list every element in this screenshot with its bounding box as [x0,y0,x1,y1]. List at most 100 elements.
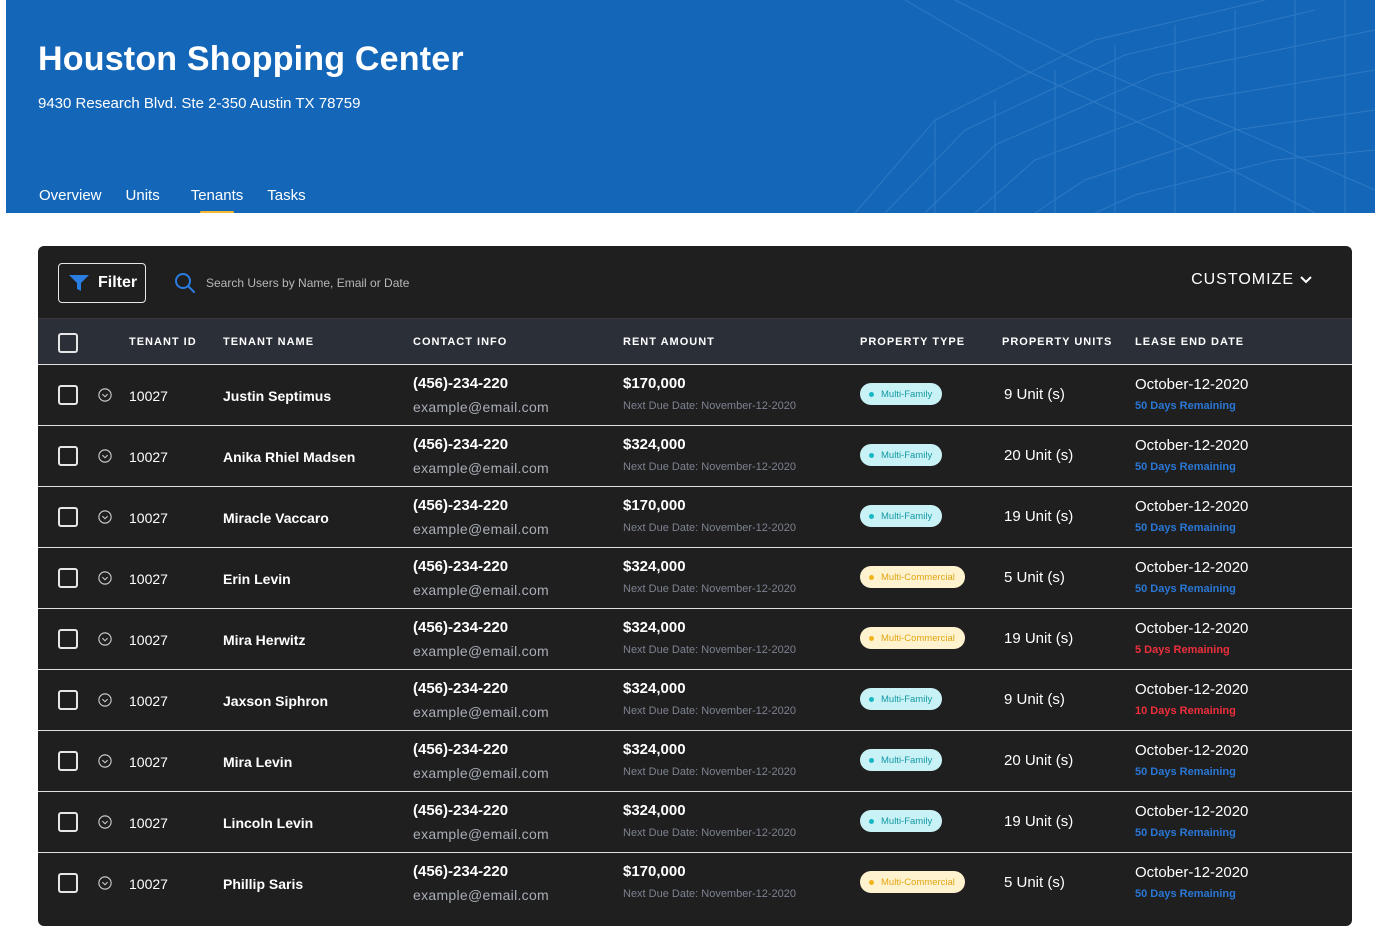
table-row[interactable]: 10027 Justin Septimus (456)-234-220 example… [38,364,1352,425]
row-checkbox[interactable] [58,446,78,466]
table-row[interactable]: 10027 Mira Levin (456)-234-220 example@emai… [38,730,1352,791]
tenant-name[interactable]: Anika Rhiel Madsen [223,449,355,465]
contact-email[interactable]: example@email.com [413,399,549,415]
days-remaining: 50 Days Remaining [1135,888,1236,900]
contact-email[interactable]: example@email.com [413,460,549,476]
contact-email[interactable]: example@email.com [413,582,549,598]
property-type-label: Multi-Commercial [881,571,955,583]
expand-chevron-icon[interactable] [98,876,112,890]
contact-email[interactable]: example@email.com [413,887,549,903]
row-checkbox[interactable] [58,751,78,771]
next-due-date: Next Due Date: November-12-2020 [623,461,797,473]
lease-end-date: October-12-2020 [1135,376,1249,393]
filter-button[interactable]: Filter [58,263,146,303]
badge-dot [869,757,874,763]
customize-button[interactable]: CUSTOMIZE [1191,271,1312,289]
contact-email[interactable]: example@email.com [413,521,549,537]
contact-email[interactable]: example@email.com [413,704,549,720]
tenant-name[interactable]: Lincoln Levin [223,815,313,831]
days-remaining: 50 Days Remaining [1135,400,1236,412]
tenants-panel: Filter CUSTOMIZE TENANT ID TENANT NAME C… [38,246,1352,926]
days-remaining: 50 Days Remaining [1135,522,1236,534]
tenant-name[interactable]: Phillip Saris [223,876,303,892]
header-property-units[interactable]: PROPERTY UNITS [1002,336,1112,348]
tenant-id: 10027 [129,876,168,892]
expand-chevron-icon[interactable] [98,388,112,402]
table-row[interactable]: 10027 Mira Herwitz (456)-234-220 example@em… [38,608,1352,669]
table-row[interactable]: 10027 Phillip Saris (456)-234-220 example@e… [38,852,1352,913]
row-checkbox[interactable] [58,507,78,527]
contact-email[interactable]: example@email.com [413,643,549,659]
contact-phone: (456)-234-220 [413,436,509,453]
table-row[interactable]: 10027 Lincoln Levin (456)-234-220 example@e… [38,791,1352,852]
expand-chevron-icon[interactable] [98,693,112,707]
table-row[interactable]: 10027 Erin Levin (456)-234-220 example@emai… [38,547,1352,608]
days-remaining: 50 Days Remaining [1135,766,1236,778]
row-checkbox[interactable] [58,690,78,710]
table-row[interactable]: 10027 Jaxson Siphron (456)-234-220 example@… [38,669,1352,730]
tenant-name[interactable]: Miracle Vaccaro [223,510,329,526]
contact-phone: (456)-234-220 [413,497,509,514]
property-header: Houston Shopping Center 9430 Research Bl… [6,0,1375,213]
tenant-id: 10027 [129,510,168,526]
row-checkbox[interactable] [58,629,78,649]
customize-label: CUSTOMIZE [1191,271,1294,288]
property-type-badge: Multi-Family [860,688,943,710]
tenant-id: 10027 [129,449,168,465]
badge-dot [869,513,874,519]
property-type-badge: Multi-Commercial [860,871,965,893]
tenant-name[interactable]: Justin Septimus [223,388,331,404]
contact-phone: (456)-234-220 [413,619,509,636]
contact-email[interactable]: example@email.com [413,765,549,781]
property-units: 20 Unit (s) [1004,752,1074,769]
tab-overview[interactable]: Overview [39,187,102,213]
rent-amount: $324,000 [623,741,686,758]
property-type-badge: Multi-Commercial [860,566,965,588]
row-checkbox[interactable] [58,385,78,405]
select-all-checkbox[interactable] [58,333,78,353]
expand-chevron-icon[interactable] [98,815,112,829]
expand-chevron-icon[interactable] [98,510,112,524]
tenant-name[interactable]: Mira Herwitz [223,632,305,648]
search-input[interactable] [206,276,506,290]
tenant-name[interactable]: Erin Levin [223,571,291,587]
tenant-id: 10027 [129,571,168,587]
expand-chevron-icon[interactable] [98,449,112,463]
property-units: 5 Unit (s) [1004,569,1065,586]
header-tenant-name[interactable]: TENANT NAME [223,336,314,348]
next-due-date: Next Due Date: November-12-2020 [623,766,797,778]
property-type-badge: Multi-Family [860,383,943,405]
rent-amount: $324,000 [623,802,686,819]
property-units: 9 Unit (s) [1004,386,1065,403]
table-row[interactable]: 10027 Miracle Vaccaro (456)-234-220 example… [38,486,1352,547]
lease-end-date: October-12-2020 [1135,620,1249,637]
expand-chevron-icon[interactable] [98,632,112,646]
tab-tasks[interactable]: Tasks [267,187,305,213]
tenant-name[interactable]: Mira Levin [223,754,292,770]
tenant-id: 10027 [129,693,168,709]
badge-dot [869,574,874,580]
row-checkbox[interactable] [58,873,78,893]
header-tenant-id[interactable]: TENANT ID [129,336,197,348]
row-checkbox[interactable] [58,568,78,588]
header-property-type[interactable]: PROPERTY TYPE [860,336,965,348]
expand-chevron-icon[interactable] [98,754,112,768]
table-row[interactable]: 10027 Anika Rhiel Madsen (456)-234-220 exam… [38,425,1352,486]
property-units: 5 Unit (s) [1004,874,1065,891]
tab-units[interactable]: Units [126,187,160,213]
contact-email[interactable]: example@email.com [413,826,549,842]
header-lease-end-date[interactable]: LEASE END DATE [1135,336,1244,348]
row-checkbox[interactable] [58,812,78,832]
property-units: 19 Unit (s) [1004,630,1074,647]
next-due-date: Next Due Date: November-12-2020 [623,827,797,839]
tab-tenants[interactable]: Tenants [191,187,243,213]
expand-chevron-icon[interactable] [98,571,112,585]
tenant-id: 10027 [129,754,168,770]
header-rent-amount[interactable]: RENT AMOUNT [623,336,715,348]
days-remaining: 50 Days Remaining [1135,827,1236,839]
property-type-label: Multi-Family [881,693,933,705]
tenant-id: 10027 [129,632,168,648]
header-contact-info[interactable]: CONTACT INFO [413,336,507,348]
tenant-name[interactable]: Jaxson Siphron [223,693,328,709]
table-toolbar: Filter CUSTOMIZE [38,246,1352,318]
